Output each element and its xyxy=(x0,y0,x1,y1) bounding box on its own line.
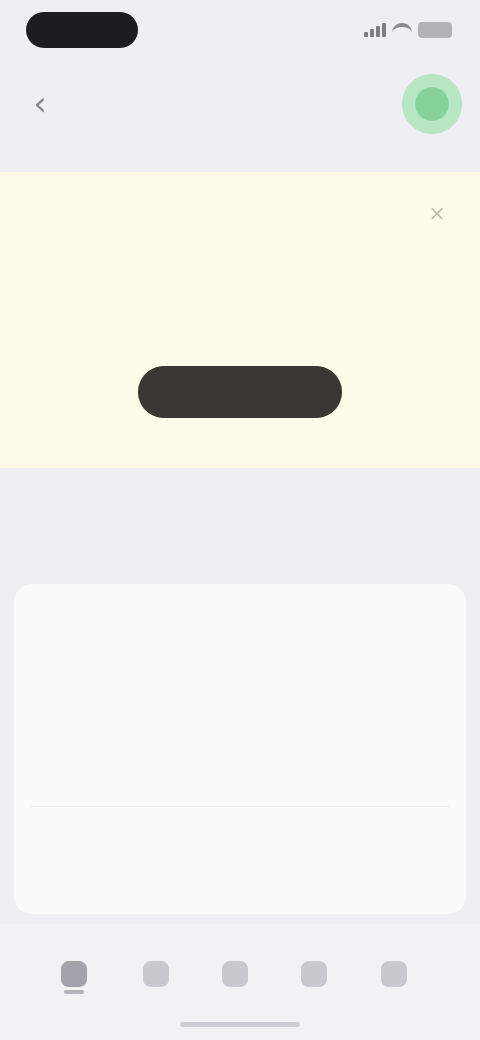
tab-search[interactable] xyxy=(128,946,184,1002)
back-icon[interactable]: ‹ xyxy=(22,86,58,122)
close-icon[interactable]: × xyxy=(424,200,450,226)
card-text-block xyxy=(48,598,348,734)
battery-icon xyxy=(418,22,452,38)
tab-add[interactable] xyxy=(207,946,263,1002)
tab-home[interactable] xyxy=(46,946,102,1002)
avatar-icon xyxy=(415,87,449,121)
tab-notifications[interactable] xyxy=(286,946,342,1002)
section-label xyxy=(26,528,136,556)
card-line xyxy=(48,646,348,670)
add-icon xyxy=(222,961,248,987)
home-icon xyxy=(61,961,87,987)
tab-profile[interactable] xyxy=(366,946,422,1002)
page-title xyxy=(160,82,320,126)
status-icons xyxy=(348,18,452,42)
profile-icon xyxy=(381,961,407,987)
avatar[interactable] xyxy=(402,74,462,134)
banner-text xyxy=(74,300,406,352)
search-icon xyxy=(143,961,169,987)
notifications-icon xyxy=(301,961,327,987)
divider xyxy=(30,806,450,807)
banner-title xyxy=(100,246,380,276)
card-subtext xyxy=(42,832,402,888)
card-meta xyxy=(44,764,124,788)
card-line xyxy=(48,694,348,718)
card-line xyxy=(48,622,348,646)
home-indicator xyxy=(180,1022,300,1027)
card-line xyxy=(48,670,348,694)
banner-button[interactable] xyxy=(138,366,342,418)
status-time xyxy=(26,12,138,48)
signal-icon xyxy=(364,23,386,37)
wifi-icon xyxy=(392,23,412,37)
card-line xyxy=(48,598,348,622)
